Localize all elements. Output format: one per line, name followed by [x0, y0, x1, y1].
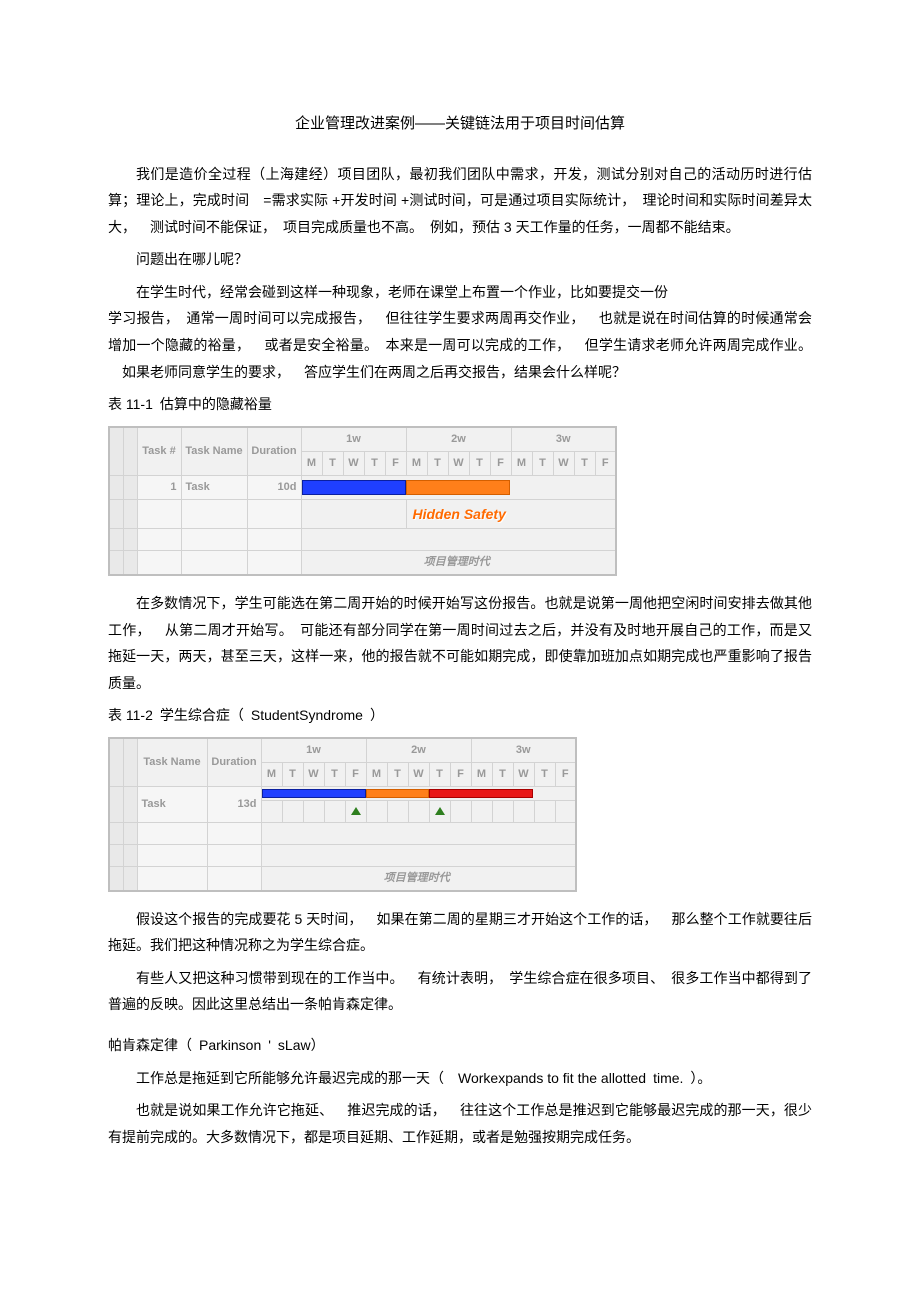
cell-task-num: 1 — [137, 475, 181, 499]
gantt2-task-row-bar: Task 13d — [109, 786, 576, 800]
col-task-name: Task Name — [181, 427, 247, 475]
watermark-text: 项目管理时代 — [261, 866, 576, 890]
cell-duration: 13d — [207, 786, 261, 822]
table-caption-11-2: 表 11-2 学生综合症（ StudentSyndrome ） — [108, 702, 812, 729]
cell-task-name: Task — [137, 786, 207, 822]
milestone-icon — [435, 807, 445, 815]
bar-planned-blue — [262, 789, 366, 798]
gantt1-annotation-row: Hidden Safety — [109, 499, 616, 529]
gantt2-header-weeks: Task Name Duration 1w 2w 3w — [109, 738, 576, 762]
gantt2-watermark-row: 项目管理时代 — [109, 866, 576, 890]
week-1: 1w — [261, 738, 366, 762]
paragraph-6: 工作总是拖延到它所能够允许最迟完成的那一天（ Workexpands to fi… — [108, 1065, 812, 1092]
gantt2-empty-row-1 — [109, 822, 576, 844]
question-heading: 问题出在哪儿呢？ — [108, 246, 812, 273]
paragraph-5: 有些人又把这种习惯带到现在的工作当中。 有统计表明， 学生综合症在很多项目、 很… — [108, 965, 812, 1018]
paragraph-2a: 在学生时代，经常会碰到这样一种现象，老师在课堂上布置一个作业，比如要提交一份 — [108, 279, 812, 306]
week-3: 3w — [511, 427, 616, 451]
paragraph-3: 在多数情况下，学生可能选在第二周开始的时候开始写这份报告。也就是说第一周他把空闲… — [108, 590, 812, 696]
gantt2-bar-area — [261, 786, 576, 800]
paragraph-intro: 我们是造价全过程（上海建经）项目团队，最初我们团队中需求，开发，测试分别对自己的… — [108, 161, 812, 241]
document-page: 企业管理改进案例——关键链法用于项目时间估算 我们是造价全过程（上海建经）项目团… — [0, 0, 920, 1216]
week-3: 3w — [471, 738, 576, 762]
col-task-num: Task # — [137, 427, 181, 475]
cell-task-name: Task — [181, 475, 247, 499]
bar-delay-orange — [366, 789, 429, 798]
week-2: 2w — [406, 427, 511, 451]
gantt-table-11-2: Task Name Duration 1w 2w 3w MTWTF MTWTF … — [108, 737, 577, 892]
gantt1-empty-row — [109, 529, 616, 551]
watermark-text: 项目管理时代 — [301, 551, 616, 575]
milestone-icon — [351, 807, 361, 815]
gantt1-task-row: 1 Task 10d — [109, 475, 616, 499]
bar-work-blue — [302, 480, 406, 495]
cell-duration: 10d — [247, 475, 301, 499]
document-title: 企业管理改进案例——关键链法用于项目时间估算 — [108, 110, 812, 139]
week-2: 2w — [366, 738, 471, 762]
week-1: 1w — [301, 427, 406, 451]
bar-overrun-red — [429, 789, 533, 798]
table-caption-11-1: 表 11-1 估算中的隐藏裕量 — [108, 391, 812, 418]
col-task-name: Task Name — [137, 738, 207, 786]
hidden-safety-label: Hidden Safety — [413, 506, 506, 522]
col-duration: Duration — [207, 738, 261, 786]
gantt1-watermark-row: 项目管理时代 — [109, 551, 616, 575]
paragraph-7: 也就是说如果工作允许它拖延、 推迟完成的话， 往往这个工作总是推迟到它能够最迟完… — [108, 1097, 812, 1150]
gantt-table-11-1: Task # Task Name Duration 1w 2w 3w MTWTF… — [108, 426, 617, 576]
gantt2-empty-row-2 — [109, 844, 576, 866]
col-duration: Duration — [247, 427, 301, 475]
parkinson-law-heading: 帕肯森定律（ Parkinson ' sLaw） — [108, 1032, 812, 1059]
gantt1-header-weeks: Task # Task Name Duration 1w 2w 3w — [109, 427, 616, 451]
paragraph-2b: 学习报告， 通常一周时间可以完成报告， 但往往学生要求两周再交作业， 也就是说在… — [108, 305, 812, 385]
gantt1-bar-area — [301, 475, 616, 499]
paragraph-4: 假设这个报告的完成要花 5 天时间， 如果在第二周的星期三才开始这个工作的话， … — [108, 906, 812, 959]
bar-hidden-safety-orange — [406, 480, 510, 495]
